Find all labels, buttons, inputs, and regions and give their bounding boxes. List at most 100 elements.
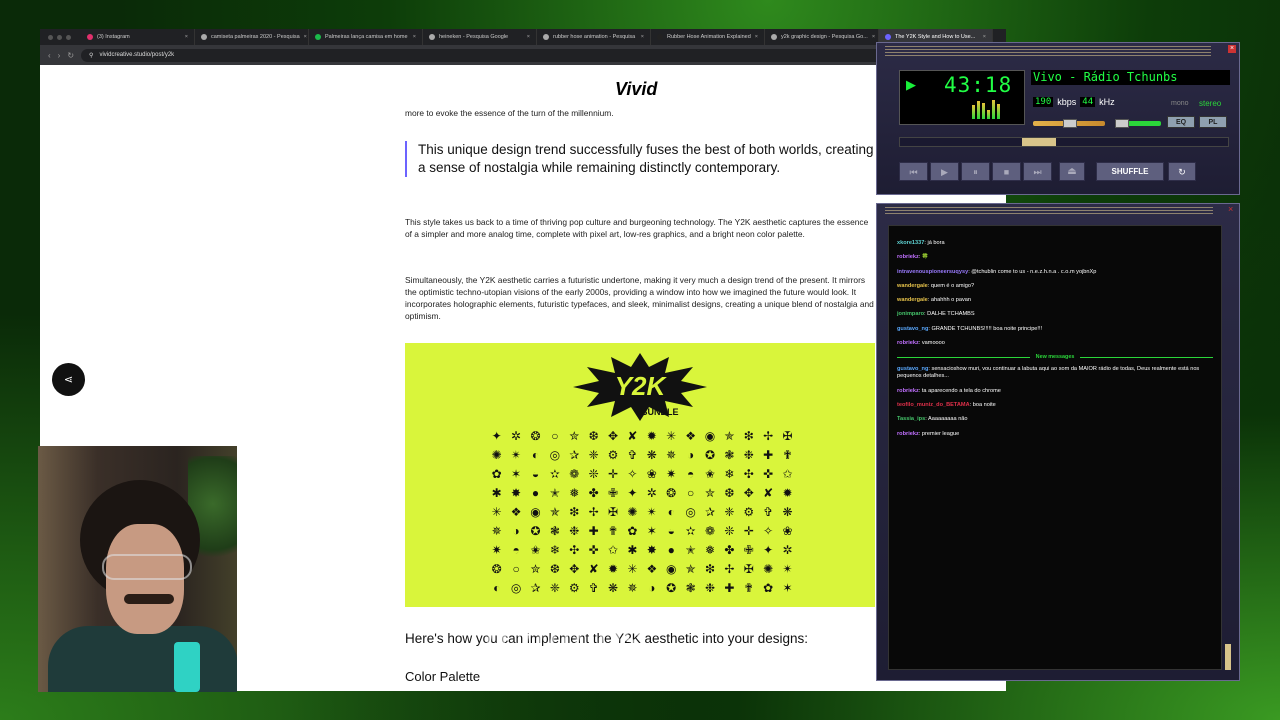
tab[interactable]: Palmeiras lança camisa em home × — [309, 29, 423, 45]
tab-close-icon[interactable]: × — [755, 34, 758, 40]
tab-close-icon[interactable]: × — [641, 34, 644, 40]
playlist-button[interactable]: PL — [1199, 116, 1227, 128]
chat-message: robriekz: ta aparecendo a tela do chrome — [897, 387, 1001, 394]
chat-username[interactable]: xkore1337 — [897, 240, 924, 246]
tab-close-icon[interactable]: × — [413, 34, 416, 40]
eject-icon[interactable]: ⏏ — [1059, 162, 1085, 181]
chat-text: quem é o amigo? — [930, 282, 975, 289]
tab-favicon-icon — [87, 34, 93, 40]
previous-icon[interactable]: ⏮ — [899, 162, 928, 181]
tab-label: heineken - Pesquisa Google — [439, 34, 509, 40]
back-icon[interactable]: ‹ — [48, 51, 51, 60]
chat-username[interactable]: jonimparo — [897, 311, 924, 317]
tab-close-icon[interactable]: × — [304, 34, 307, 40]
chat-username[interactable]: gustavo_ng — [897, 366, 928, 372]
pull-quote: This unique design trend successfully fu… — [405, 141, 875, 177]
y2k-burst-logo: Y2K — [573, 353, 707, 421]
khz-label: kHz — [1099, 97, 1115, 107]
chat-text: ahahhh o pavan — [930, 297, 972, 304]
tab-label: Rubber Hose Animation Explained — [667, 34, 751, 40]
tab[interactable]: rubber hose animation - Pesquisa × — [537, 29, 651, 45]
next-icon[interactable]: ⏭ — [1023, 162, 1052, 181]
svg-text:Y2K: Y2K — [615, 371, 668, 401]
paragraph: This style takes us back to a time of th… — [405, 217, 869, 239]
site-logo[interactable]: Vivid — [615, 79, 657, 100]
close-icon[interactable]: × — [1228, 45, 1236, 53]
chat-username[interactable]: teofilo_muniz_do_BETAMA — [897, 402, 970, 408]
forward-icon[interactable]: › — [58, 51, 61, 60]
chat-username[interactable]: wandergale — [897, 297, 928, 303]
balance-knob[interactable] — [1115, 119, 1129, 128]
microphone — [174, 642, 200, 692]
eq-button[interactable]: EQ — [1167, 116, 1195, 128]
chat-message: jonimparo: DALHE TCHAMBS — [897, 311, 975, 318]
webcam-overlay — [38, 446, 237, 692]
window-controls[interactable] — [40, 34, 81, 40]
seek-bar[interactable] — [899, 137, 1229, 147]
new-messages-divider: New messages — [897, 354, 1213, 360]
song-title: Vivo - Rádio Tchunbs — [1031, 70, 1230, 85]
chat-text: vamoooo — [921, 340, 945, 347]
chat-message: robriekz: 🍀 — [897, 254, 929, 261]
chat-text: @tchublin come to us - n.e.z.h.n.a . c.o… — [971, 268, 1097, 275]
url-field[interactable]: ⚲ vividcreative.studio/post/y2k — [81, 48, 984, 62]
chat-text: DALHE TCHAMBS — [927, 311, 975, 318]
tab-favicon-icon — [657, 34, 663, 40]
chat-username[interactable]: intravenouspioneersuqysy — [897, 269, 968, 275]
symbol-grid: ✦ ✲ ❂ ○ ✮ ❆ ✥ ✘ ✹ ✳ ❖ ◉ ✯ ❇ ✢ ✠ ✺ ✴ ◐ ◎ ✰ ❈ ⚙ ✞ ❋ ✵ ◑ ✪ ❃ ❉ ✚ ✟ ✿ ✶ ◒ ✫ ❁ ❊ ✛ ✧… — [491, 429, 793, 595]
chat-text: GRANDE TCHUNBS!!!!! boa noite principe!!… — [931, 325, 1043, 332]
close-icon[interactable]: × — [1228, 205, 1236, 214]
share-button[interactable]: ⋖ — [52, 363, 85, 396]
tab[interactable]: Rubber Hose Animation Explained × — [651, 29, 765, 45]
tab-favicon-icon — [543, 34, 549, 40]
chat-text: ta aparecendo a tela do chrome — [921, 387, 1001, 394]
chat-username[interactable]: robriekz — [897, 254, 919, 260]
paragraph: more to evoke the essence of the turn of… — [405, 108, 614, 118]
player-titlebar[interactable] — [885, 46, 1211, 57]
chat-message: intravenouspioneersuqysy: @tchublin come… — [897, 268, 1097, 275]
chat-message: Tassia_ips: Aaaaaaaaa não — [897, 416, 968, 423]
site-info-icon[interactable]: ⚲ — [89, 52, 93, 59]
volume-knob[interactable] — [1063, 119, 1077, 128]
chat-message: gustavo_ng: GRANDE TCHUNBS!!!!! boa noit… — [897, 325, 1043, 332]
tab[interactable]: (3) Instagram × — [81, 29, 195, 45]
shuffle-button[interactable]: SHUFFLE — [1096, 162, 1164, 181]
tab[interactable]: camiseta palmeiras 2020 - Pesquisa × — [195, 29, 309, 45]
share-icon: ⋖ — [63, 374, 74, 386]
chat-username[interactable]: robriekz — [897, 431, 919, 437]
tab[interactable]: y2k graphic design - Pesquisa Go... × — [765, 29, 879, 45]
repeat-icon[interactable]: ↻ — [1168, 162, 1196, 181]
tab-favicon-icon — [885, 34, 891, 40]
tab-close-icon[interactable]: × — [872, 34, 875, 40]
khz-value: 44 — [1080, 97, 1096, 107]
chat-window: × xkore1337: já bora robriekz: 🍀 intraveno… — [876, 203, 1240, 681]
chat-message: robriekz: premier league — [897, 430, 960, 437]
tab-label: (3) Instagram — [97, 34, 130, 40]
chat-username[interactable]: Tassia_ips — [897, 416, 925, 422]
chat-message: wandergale: quem é o amigo? — [897, 282, 975, 289]
scrollbar[interactable] — [1225, 644, 1231, 670]
tab-close-icon[interactable]: × — [185, 34, 188, 40]
reload-icon[interactable]: ↻ — [67, 51, 74, 60]
stop-icon[interactable]: ■ — [992, 162, 1021, 181]
transport-controls: ⏮ ▶ ⏸ ■ ⏭ — [899, 162, 1052, 181]
chat-username[interactable]: robriekz — [897, 388, 919, 394]
bundle-label: BUNDLE — [641, 407, 679, 417]
seek-knob[interactable] — [1022, 138, 1056, 146]
chat-username[interactable]: wandergale — [897, 283, 928, 289]
tab-label: The Y2K Style and How to Use... — [895, 34, 976, 40]
chat-username[interactable]: robriekz — [897, 340, 919, 346]
chat-message: xkore1337: já bora — [897, 240, 945, 246]
tab-close-icon[interactable]: × — [983, 34, 986, 40]
tab-favicon-icon — [429, 34, 435, 40]
chat-message: teofilo_muniz_do_BETAMA: boa noite — [897, 401, 996, 408]
tab-close-icon[interactable]: × — [527, 34, 530, 40]
chat-text: já bora — [927, 240, 945, 246]
time-display: ▶ 43:18 — [899, 70, 1025, 125]
pause-icon[interactable]: ⏸ — [961, 162, 990, 181]
chat-username[interactable]: gustavo_ng — [897, 326, 928, 332]
chat-messages[interactable]: xkore1337: já bora robriekz: 🍀 intravenous… — [888, 225, 1222, 670]
chat-titlebar[interactable] — [885, 207, 1213, 216]
play-icon[interactable]: ▶ — [930, 162, 959, 181]
tab[interactable]: heineken - Pesquisa Google × — [423, 29, 537, 45]
